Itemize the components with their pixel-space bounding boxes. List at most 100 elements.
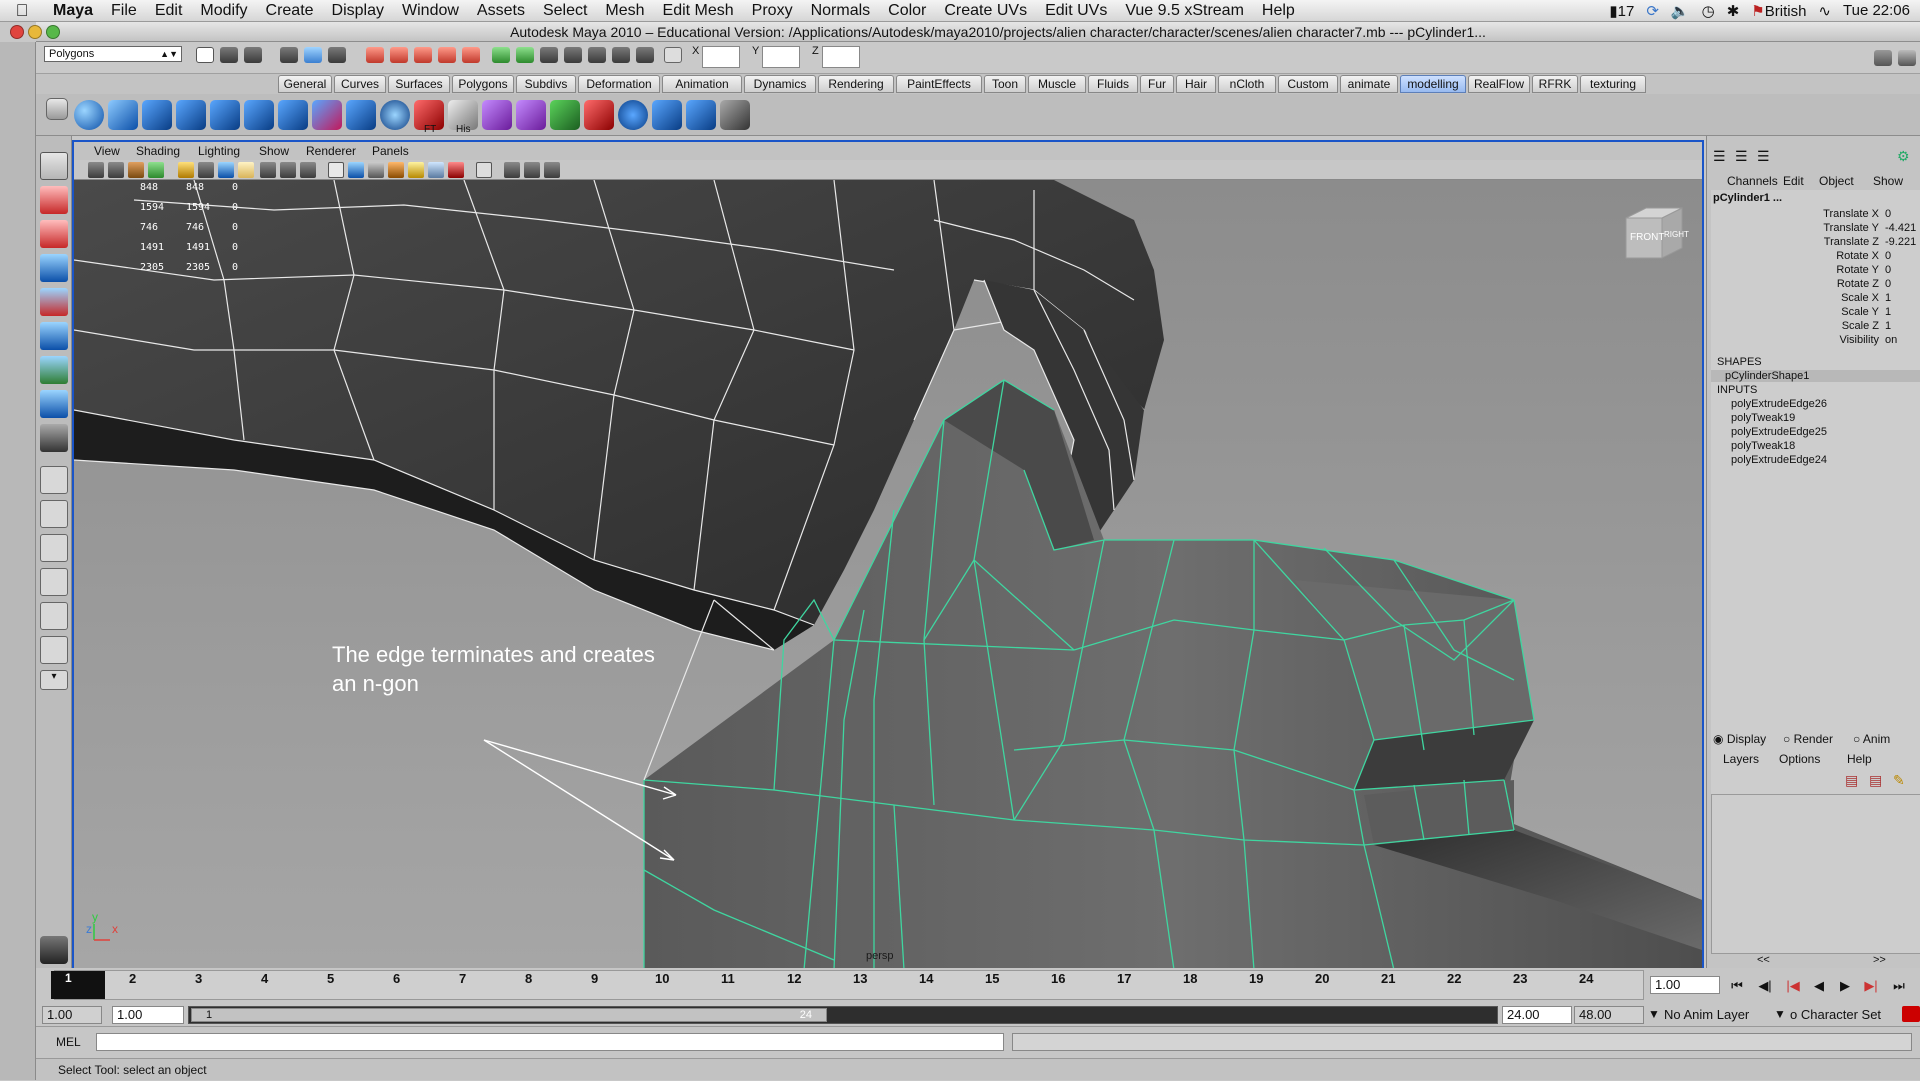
play-backwards-icon[interactable]: ◀	[1810, 978, 1828, 994]
channel-options-icon[interactable]: ⚙	[1897, 148, 1910, 165]
attr-scale-z[interactable]: Scale Z1	[1711, 320, 1920, 334]
time-ruler[interactable]: 1 2 3 4 5 6 7 8 9 10 11 12 13 14 15 16 1…	[51, 970, 1644, 1000]
scene-canvas[interactable]	[74, 180, 1702, 970]
gate-mask-icon[interactable]	[238, 162, 254, 178]
uv-editor-icon[interactable]	[516, 100, 546, 130]
shelf-tab-muscle[interactable]: Muscle	[1028, 75, 1086, 93]
sync-icon[interactable]: ⟳	[1646, 2, 1659, 20]
playback-end-field[interactable]: 24.00	[1502, 1006, 1572, 1024]
attr-scale-x[interactable]: Scale X1	[1711, 292, 1920, 306]
coord-x-field[interactable]	[702, 46, 740, 68]
extrude-icon[interactable]	[210, 100, 240, 130]
perspective-viewport[interactable]: View Shading Lighting Show Renderer Pane…	[72, 140, 1704, 970]
save-scene-icon[interactable]	[244, 47, 262, 63]
menu-file[interactable]: File	[102, 2, 146, 20]
menu-create[interactable]: Create	[257, 2, 323, 20]
tool-settings-icon[interactable]	[1898, 50, 1916, 66]
new-layer-selected-icon[interactable]: ▤	[1869, 772, 1882, 789]
layout-more-icon[interactable]: ▾	[40, 670, 68, 690]
time-slider[interactable]: 1 2 3 4 5 6 7 8 9 10 11 12 13 14 15 16 1…	[36, 968, 1920, 1004]
construction-history-icon[interactable]	[540, 47, 558, 63]
shape-item[interactable]: pCylinderShape1	[1711, 370, 1920, 382]
camera-attributes-icon[interactable]	[108, 162, 124, 178]
select-by-hierarchy-icon[interactable]	[280, 47, 298, 63]
open-scene-icon[interactable]	[220, 47, 238, 63]
go-to-end-icon[interactable]: ⏭	[1890, 978, 1908, 994]
panel-menu-shading[interactable]: Shading	[136, 142, 180, 160]
start-time-field[interactable]: 1.00	[42, 1006, 102, 1024]
menu-edit[interactable]: Edit	[146, 2, 192, 20]
transform-mode-icon[interactable]	[664, 47, 682, 63]
shelf-tab-rendering[interactable]: Rendering	[818, 75, 894, 93]
command-input[interactable]	[96, 1033, 1004, 1051]
safe-action-icon[interactable]	[280, 162, 296, 178]
film-gate-icon[interactable]	[198, 162, 214, 178]
menu-edit-uvs[interactable]: Edit UVs	[1036, 2, 1116, 20]
snap-live-icon[interactable]	[462, 47, 480, 63]
textured-icon[interactable]	[388, 162, 404, 178]
xray-joints-icon[interactable]	[524, 162, 540, 178]
channel-menu-show[interactable]: Show	[1873, 174, 1903, 188]
paint-select-tool-icon[interactable]	[40, 220, 68, 248]
step-forward-key-icon[interactable]: ▶|	[1862, 978, 1880, 994]
menu-assets[interactable]: Assets	[468, 2, 534, 20]
channel-menu-channels[interactable]: Channels	[1727, 174, 1778, 188]
menu-window[interactable]: Window	[393, 2, 468, 20]
current-frame-marker[interactable]: 1	[51, 971, 105, 999]
menu-vue[interactable]: Vue 9.5 xStream	[1116, 2, 1253, 20]
shelf-tab-toon[interactable]: Toon	[984, 75, 1026, 93]
snap-curve-icon[interactable]	[390, 47, 408, 63]
input-item[interactable]: polyTweak18	[1731, 440, 1795, 452]
shelf-tab-polygons[interactable]: Polygons	[452, 75, 514, 93]
resolution-gate-icon[interactable]	[218, 162, 234, 178]
attr-rotate-y[interactable]: Rotate Y0	[1711, 264, 1920, 278]
snap-grid-icon[interactable]	[366, 47, 384, 63]
shelf-tab-fluids[interactable]: Fluids	[1088, 75, 1138, 93]
panel-menu-show[interactable]: Show	[259, 142, 289, 160]
rotate-tool-icon[interactable]	[40, 288, 68, 316]
anim-layer-dropdown[interactable]: No Anim Layer	[1664, 1007, 1749, 1022]
playback-start-field[interactable]: 1.00	[112, 1006, 184, 1024]
channel-menu-edit[interactable]: Edit	[1783, 174, 1804, 188]
ipr-render-icon[interactable]	[612, 47, 630, 63]
menu-create-uvs[interactable]: Create UVs	[935, 2, 1036, 20]
snap-plane-icon[interactable]	[438, 47, 456, 63]
attr-visibility[interactable]: Visibility on	[1711, 334, 1920, 348]
layout-hypershade-icon[interactable]	[40, 636, 68, 664]
channel-menu-object[interactable]: Object	[1819, 174, 1854, 188]
layout-four-icon[interactable]	[40, 500, 68, 528]
layout-single-icon[interactable]	[40, 466, 68, 494]
shelf-tab-fur[interactable]: Fur	[1140, 75, 1174, 93]
split-polygon-icon[interactable]	[312, 100, 342, 130]
grid-toggle-icon[interactable]	[178, 162, 194, 178]
shelf-tab-custom[interactable]: Custom	[1278, 75, 1338, 93]
layer-menu-help[interactable]: Help	[1847, 752, 1872, 766]
smooth-shade-icon[interactable]	[348, 162, 364, 178]
input-item[interactable]: polyExtrudeEdge26	[1731, 398, 1827, 410]
sculpt-icon[interactable]	[550, 100, 580, 130]
attr-translate-z[interactable]: Translate Z -9.221	[1711, 236, 1920, 250]
layout-split-icon[interactable]	[40, 534, 68, 562]
attr-rotate-x[interactable]: Rotate X0	[1711, 250, 1920, 264]
clock-status-icon[interactable]: ◷	[1702, 2, 1715, 20]
merge-vertex-icon[interactable]	[482, 100, 512, 130]
bridge-icon[interactable]	[244, 100, 274, 130]
menu-edit-mesh[interactable]: Edit Mesh	[654, 2, 743, 20]
safe-title-icon[interactable]	[300, 162, 316, 178]
object-name[interactable]: pCylinder1 ...	[1713, 192, 1782, 204]
history-tool-icon[interactable]: His	[448, 100, 478, 135]
command-language-label[interactable]: MEL	[56, 1035, 81, 1049]
shelf-tab-ncloth[interactable]: nCloth	[1218, 75, 1276, 93]
shadows-icon[interactable]	[428, 162, 444, 178]
layer-mode-render[interactable]: ○ Render	[1783, 732, 1833, 746]
character-set-dropdown[interactable]: o Character Set	[1790, 1007, 1881, 1022]
attr-rotate-z[interactable]: Rotate Z0	[1711, 278, 1920, 292]
render-settings-icon[interactable]	[636, 47, 654, 63]
input-ops-icon[interactable]	[492, 47, 510, 63]
layout-persp-outliner-icon[interactable]	[40, 568, 68, 596]
soft-modification-icon[interactable]	[40, 390, 68, 418]
shelf-tab-deformation[interactable]: Deformation	[578, 75, 660, 93]
menu-modify[interactable]: Modify	[191, 2, 256, 20]
apple-menu-icon[interactable]: 	[0, 1, 44, 21]
menu-proxy[interactable]: Proxy	[743, 2, 802, 20]
